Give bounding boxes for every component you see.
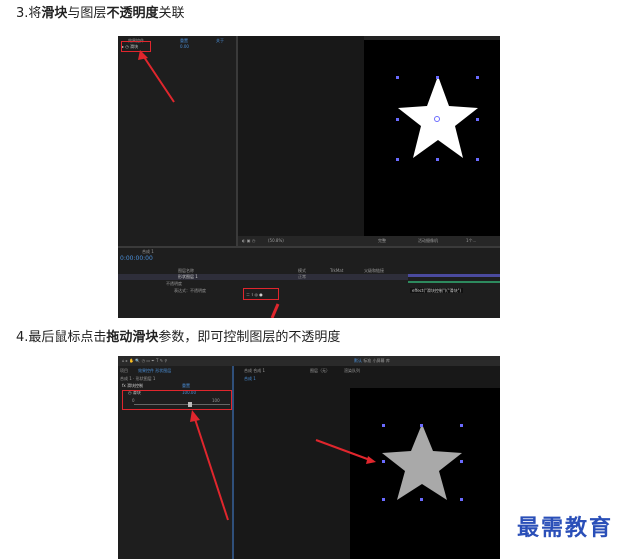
step-4-mid: 参数，即可控制图层的不透明度 (158, 330, 341, 345)
screenshot-drag-slider: ⌂ ▸ ✋ 🔍 ◷ ▭ ✒ T ✎ ⚲ 默认 标准 小屏幕 库 项目 效果控件 … (118, 356, 500, 559)
step-3-suffix: 关联 (158, 6, 185, 21)
step-3-bold-opacity: 不透明度 (106, 6, 159, 21)
step-3-prefix: 3.将 (16, 6, 42, 21)
watermark-logo: 最需教育 (516, 515, 613, 541)
arrowhead-icon (138, 50, 148, 60)
step-4-heading: 4.最后鼠标点击拖动滑块参数，即可控制图层的不透明度 (16, 330, 340, 346)
step-4-prefix: 4.最后鼠标点击 (16, 330, 107, 345)
arrowhead-icon (366, 456, 376, 464)
annotation-arrows-2 (190, 410, 376, 521)
step-4-bold-drag: 拖动滑块 (106, 330, 159, 345)
step-3-bold-slider: 滑块 (41, 6, 68, 21)
arrow-line-to-pickwhip (270, 303, 280, 318)
arrow-line-to-slider (141, 53, 175, 103)
arrow-line-to-star (315, 439, 371, 461)
annotation-arrows (138, 50, 280, 318)
arrowhead-icon (190, 410, 200, 422)
screenshot-link-opacity: 效果控件 重置 关于 ▸ ◷ 滑块 0.00 ◐ ▣ ◷ (50.8%) 完整 … (118, 36, 500, 318)
step-3-heading: 3.将滑块与图层不透明度关联 (16, 6, 184, 22)
arrow-line-to-slider-control (193, 415, 229, 521)
step-3-mid: 与图层 (67, 6, 107, 21)
